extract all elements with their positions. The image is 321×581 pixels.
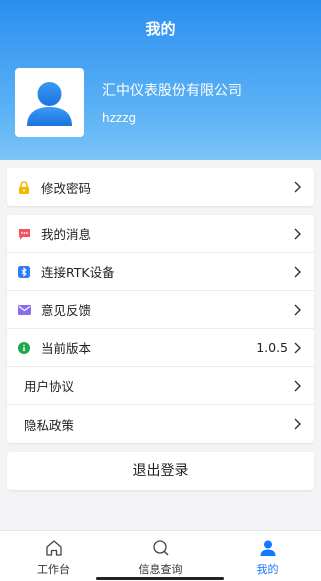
chevron-right-icon bbox=[294, 228, 301, 239]
privacy-policy-item[interactable]: 隐私政策 bbox=[7, 405, 314, 443]
company-name: 汇中仪表股份有限公司 bbox=[102, 83, 242, 99]
tab-mine-label: 我的 bbox=[256, 563, 279, 576]
home-indicator bbox=[96, 577, 224, 580]
tab-workbench[interactable]: 工作台 bbox=[0, 531, 107, 581]
my-messages-label: 我的消息 bbox=[41, 227, 92, 242]
security-card: 修改密码 bbox=[7, 168, 314, 206]
username: hzzzg bbox=[102, 111, 137, 125]
tab-workbench-label: 工作台 bbox=[37, 563, 70, 576]
avatar[interactable] bbox=[15, 68, 84, 137]
bluetooth-icon bbox=[17, 265, 31, 279]
version-value: 1.0.5 bbox=[256, 340, 288, 355]
current-version-label: 当前版本 bbox=[41, 341, 92, 356]
user-agreement-item[interactable]: 用户协议 bbox=[7, 367, 314, 405]
feedback-label: 意见反馈 bbox=[41, 303, 92, 318]
person-icon bbox=[260, 540, 275, 556]
chevron-right-icon bbox=[294, 181, 301, 193]
change-password-label: 修改密码 bbox=[41, 180, 92, 196]
tab-mine[interactable]: 我的 bbox=[214, 531, 321, 581]
chevron-right-icon bbox=[294, 380, 301, 391]
chevron-right-icon bbox=[294, 266, 301, 277]
feedback-item[interactable]: 意见反馈 bbox=[7, 291, 314, 329]
my-messages-item[interactable]: 我的消息 bbox=[7, 215, 314, 253]
bottom-tab-bar: 工作台 信息查询 我的 bbox=[0, 530, 321, 581]
search-icon bbox=[152, 540, 168, 556]
profile-header: 我的 汇中仪表股份有限公司 hzzzg bbox=[0, 0, 321, 160]
home-icon bbox=[45, 540, 62, 556]
lock-icon bbox=[17, 180, 31, 194]
tab-info-query-label: 信息查询 bbox=[138, 563, 183, 576]
privacy-policy-label: 隐私政策 bbox=[24, 417, 75, 433]
logout-button[interactable]: 退出登录 bbox=[7, 452, 314, 490]
settings-card: 我的消息 连接RTK设备 意见反馈 当前版本 1.0.5 用户协议 隐私政策 bbox=[7, 215, 314, 443]
chevron-right-icon bbox=[294, 418, 301, 430]
info-icon bbox=[17, 341, 31, 355]
current-version-item[interactable]: 当前版本 1.0.5 bbox=[7, 329, 314, 367]
mail-icon bbox=[17, 303, 31, 317]
chevron-right-icon bbox=[294, 304, 301, 315]
message-icon bbox=[17, 227, 31, 241]
user-agreement-label: 用户协议 bbox=[24, 379, 75, 394]
page-title: 我的 bbox=[145, 20, 176, 38]
tab-info-query[interactable]: 信息查询 bbox=[107, 531, 214, 581]
chevron-right-icon bbox=[294, 342, 301, 353]
connect-rtk-label: 连接RTK设备 bbox=[41, 265, 115, 280]
change-password-item[interactable]: 修改密码 bbox=[7, 168, 314, 206]
person-avatar-icon bbox=[27, 82, 72, 126]
connect-rtk-item[interactable]: 连接RTK设备 bbox=[7, 253, 314, 291]
